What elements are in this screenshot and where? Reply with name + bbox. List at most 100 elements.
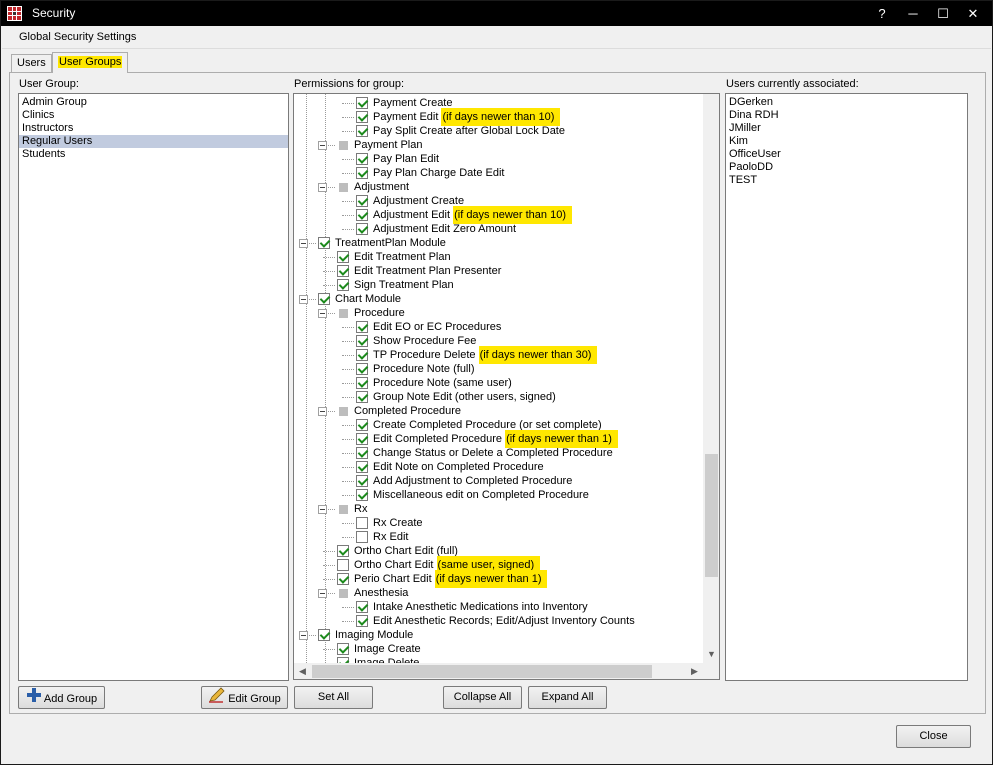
permission-checkbox[interactable] (356, 461, 368, 473)
permission-checkbox[interactable] (356, 153, 368, 165)
permission-checkbox[interactable] (356, 111, 368, 123)
permission-checkbox[interactable] (318, 629, 330, 641)
menu-global-security-settings[interactable]: Global Security Settings (19, 31, 136, 43)
permission-checkbox[interactable] (356, 419, 368, 431)
permissions-vertical-scrollbar[interactable]: ▼ (703, 94, 719, 663)
permission-checkbox[interactable] (356, 447, 368, 459)
permission-row[interactable]: Image Delete (294, 656, 702, 663)
user-group-list[interactable]: Admin Group Clinics Instructors Regular Use… (18, 93, 289, 681)
associated-user-item[interactable]: PaoloDD (726, 161, 967, 174)
permission-row[interactable]: Group Note Edit (other users, signed) (294, 390, 702, 404)
permission-checkbox[interactable] (356, 433, 368, 445)
permission-checkbox[interactable] (356, 517, 368, 529)
permission-row[interactable]: Edit Treatment Plan Presenter (294, 264, 702, 278)
expand-all-button[interactable]: Expand All (528, 686, 607, 709)
permission-row[interactable]: Image Create (294, 642, 702, 656)
user-group-item[interactable]: Clinics (19, 109, 288, 122)
permission-checkbox[interactable] (356, 531, 368, 543)
permission-checkbox[interactable] (337, 279, 349, 291)
user-group-item[interactable]: Admin Group (19, 96, 288, 109)
collapse-toggle-icon[interactable] (318, 141, 327, 150)
permission-checkbox[interactable] (356, 321, 368, 333)
permission-row[interactable]: Procedure (294, 306, 702, 320)
permissions-horizontal-scrollbar[interactable]: ◀ ▶ (294, 663, 703, 679)
collapse-all-button[interactable]: Collapse All (443, 686, 522, 709)
scroll-right-icon[interactable]: ▶ (686, 663, 703, 679)
user-group-item[interactable]: Instructors (19, 122, 288, 135)
vertical-scroll-thumb[interactable] (705, 454, 718, 577)
permission-checkbox[interactable] (356, 391, 368, 403)
edit-group-button[interactable]: Edit Group (201, 686, 288, 709)
users-associated-list[interactable]: DGerken Dina RDH JMiller Kim OfficeUser Paolo… (725, 93, 968, 681)
partial-check-icon[interactable] (339, 505, 348, 514)
permission-checkbox[interactable] (356, 363, 368, 375)
permission-checkbox[interactable] (318, 237, 330, 249)
permission-row[interactable]: Edit Note on Completed Procedure (294, 460, 702, 474)
scroll-down-icon[interactable]: ▼ (703, 646, 719, 663)
associated-user-item[interactable]: Kim (726, 135, 967, 148)
permission-row[interactable]: Payment Edit (if days newer than 10) (294, 108, 702, 126)
partial-check-icon[interactable] (339, 183, 348, 192)
set-all-button[interactable]: Set All (294, 686, 373, 709)
permission-row[interactable]: Miscellaneous edit on Completed Procedur… (294, 488, 702, 502)
permission-checkbox[interactable] (356, 195, 368, 207)
collapse-toggle-icon[interactable] (318, 505, 327, 514)
associated-user-item[interactable]: DGerken (726, 96, 967, 109)
associated-user-item[interactable]: JMiller (726, 122, 967, 135)
permission-row[interactable]: TP Procedure Delete (if days newer than … (294, 346, 702, 364)
collapse-toggle-icon[interactable] (318, 407, 327, 416)
permission-checkbox[interactable] (356, 377, 368, 389)
tab-user-groups[interactable]: User Groups (52, 52, 129, 73)
permission-row[interactable]: Edit Treatment Plan (294, 250, 702, 264)
add-group-button[interactable]: Add Group (18, 686, 105, 709)
permission-row[interactable]: Add Adjustment to Completed Procedure (294, 474, 702, 488)
permission-row[interactable]: Edit Completed Procedure (if days newer … (294, 430, 702, 448)
permission-checkbox[interactable] (337, 643, 349, 655)
permission-row[interactable]: Edit EO or EC Procedures (294, 320, 702, 334)
permission-row[interactable]: Pay Split Create after Global Lock Date (294, 124, 702, 138)
permission-checkbox[interactable] (337, 573, 349, 585)
permission-checkbox[interactable] (318, 293, 330, 305)
permission-row[interactable]: Adjustment (294, 180, 702, 194)
maximize-button[interactable]: ☐ (928, 1, 958, 26)
permission-row[interactable]: Adjustment Edit (if days newer than 10) (294, 206, 702, 224)
permission-row[interactable]: Pay Plan Charge Date Edit (294, 166, 702, 180)
partial-check-icon[interactable] (339, 407, 348, 416)
permission-row[interactable]: Create Completed Procedure (or set compl… (294, 418, 702, 432)
permission-checkbox[interactable] (337, 559, 349, 571)
permission-row[interactable]: Edit Anesthetic Records; Edit/Adjust Inv… (294, 614, 702, 628)
permission-checkbox[interactable] (356, 125, 368, 137)
partial-check-icon[interactable] (339, 141, 348, 150)
permission-row[interactable]: Completed Procedure (294, 404, 702, 418)
permission-row[interactable]: Pay Plan Edit (294, 152, 702, 166)
permission-checkbox[interactable] (356, 167, 368, 179)
permission-checkbox[interactable] (356, 489, 368, 501)
horizontal-scroll-thumb[interactable] (312, 665, 652, 678)
associated-user-item[interactable]: OfficeUser (726, 148, 967, 161)
user-group-item[interactable]: Regular Users (19, 135, 288, 148)
permission-checkbox[interactable] (356, 349, 368, 361)
permission-checkbox[interactable] (356, 97, 368, 109)
tab-users[interactable]: Users (11, 54, 52, 73)
collapse-toggle-icon[interactable] (318, 309, 327, 318)
associated-user-item[interactable]: TEST (726, 174, 967, 187)
help-button[interactable]: ? (867, 1, 897, 26)
permission-row[interactable]: Anesthesia (294, 586, 702, 600)
permission-checkbox[interactable] (337, 265, 349, 277)
close-window-button[interactable]: ✕ (958, 1, 988, 26)
permission-row[interactable]: Rx (294, 502, 702, 516)
permission-row[interactable]: Rx Create (294, 516, 702, 530)
permission-checkbox[interactable] (337, 545, 349, 557)
collapse-toggle-icon[interactable] (299, 631, 308, 640)
permission-row[interactable]: Payment Plan (294, 138, 702, 152)
collapse-toggle-icon[interactable] (299, 239, 308, 248)
permission-row[interactable]: Procedure Note (full) (294, 362, 702, 376)
associated-user-item[interactable]: Dina RDH (726, 109, 967, 122)
partial-check-icon[interactable] (339, 589, 348, 598)
permission-row[interactable]: Adjustment Edit Zero Amount (294, 222, 702, 236)
collapse-toggle-icon[interactable] (299, 295, 308, 304)
permission-row[interactable]: Change Status or Delete a Completed Proc… (294, 446, 702, 460)
close-button[interactable]: Close (896, 725, 971, 748)
permission-row[interactable]: Chart Module (294, 292, 702, 306)
permission-row[interactable]: Imaging Module (294, 628, 702, 642)
